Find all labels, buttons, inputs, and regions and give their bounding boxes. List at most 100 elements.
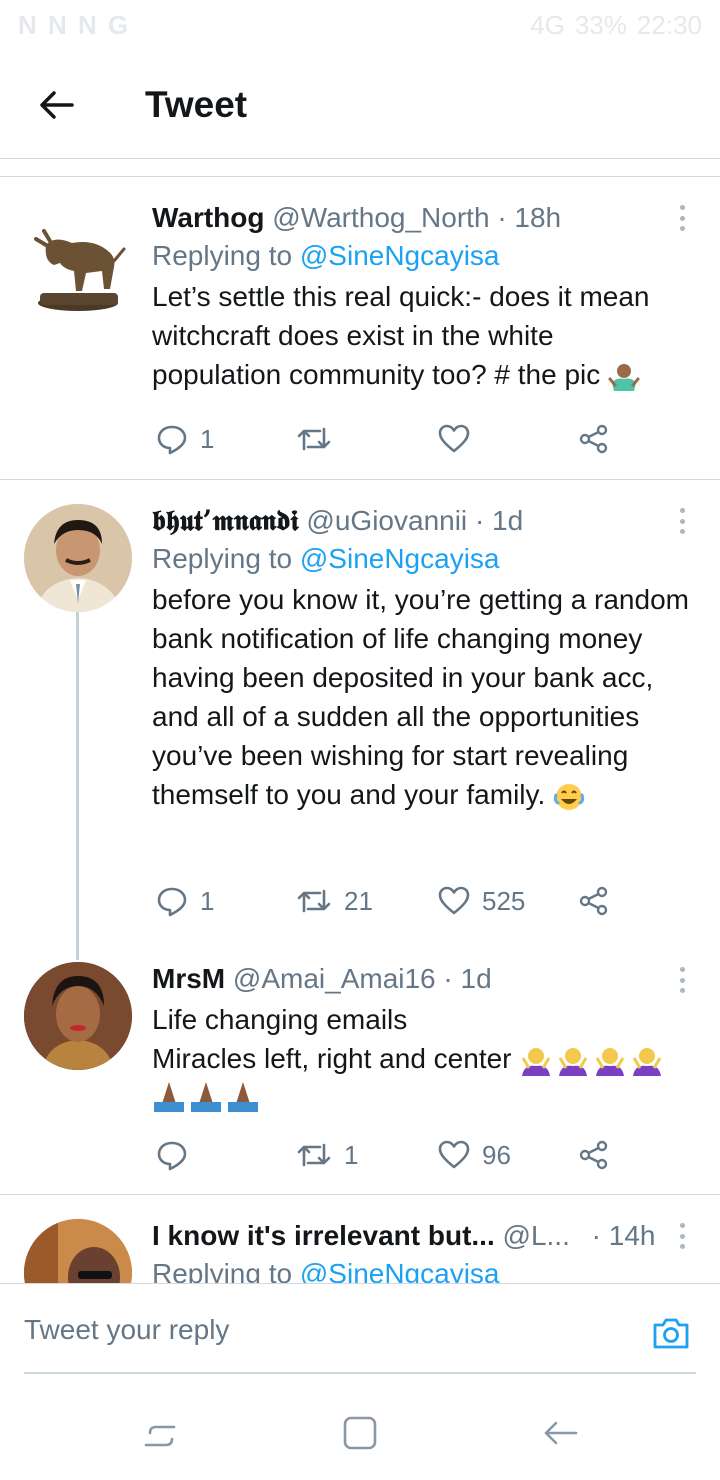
tweet-meta: Warthog @Warthog_North · 18h xyxy=(152,199,692,237)
replying-prefix: Replying to xyxy=(152,1258,293,1283)
replying-to: Replying to @SineNgcayisa xyxy=(152,540,692,578)
face-with-tears-of-joy-emoji-icon xyxy=(553,781,585,813)
display-name[interactable]: 𝖇𝖍𝖚𝖙’𝖒𝖓𝖆𝖓𝖉𝖎 xyxy=(152,504,299,537)
system-navigation-bar xyxy=(0,1383,720,1480)
like-count: 96 xyxy=(482,1139,511,1170)
home-button[interactable] xyxy=(340,1413,380,1453)
tweet-text-content: before you know it, you’re getting a ran… xyxy=(152,584,689,810)
warthog-statue-image xyxy=(34,229,126,311)
avatar[interactable] xyxy=(24,504,132,612)
reply-icon xyxy=(157,887,187,917)
profile-photo xyxy=(24,504,132,612)
retweet-button[interactable] xyxy=(296,423,344,455)
mention-link[interactable]: @SineNgcayisa xyxy=(300,240,500,271)
share-icon xyxy=(579,1140,608,1170)
mention-link[interactable]: @SineNgcayisa xyxy=(300,543,500,574)
tweet-actions: 1 21 525 xyxy=(152,881,632,921)
retweet-button[interactable]: 1 xyxy=(296,1139,358,1171)
profile-photo xyxy=(24,1219,132,1283)
tweet-text: Let’s settle this real quick:- does it m… xyxy=(152,277,687,394)
handle[interactable]: @uGiovannii xyxy=(306,505,467,536)
retweet-button[interactable]: 21 xyxy=(296,885,373,917)
avatar[interactable] xyxy=(24,205,132,313)
tweet-meta: I know it's irrelevant but... @L... · 14… xyxy=(152,1217,692,1255)
header-divider xyxy=(0,158,720,159)
replying-prefix: Replying to xyxy=(152,543,293,574)
like-button[interactable]: 96 xyxy=(438,1139,511,1171)
handle[interactable]: @L... xyxy=(503,1220,570,1251)
reply-icon xyxy=(157,425,187,455)
replying-prefix: Replying to xyxy=(152,240,293,271)
handle[interactable]: @Warthog_North xyxy=(272,202,489,233)
notification-icons: N N N G xyxy=(18,10,130,41)
man-shrugging-emoji-icon xyxy=(608,361,640,393)
tweet-actions: 1 96 xyxy=(152,1135,632,1175)
tweet-mrsm[interactable]: MrsM @Amai_Amai16 · 1d Life changing ema… xyxy=(0,945,720,1195)
timestamp: · 14h xyxy=(591,1220,656,1251)
clock: 22:30 xyxy=(636,9,702,40)
tweet-body: Warthog @Warthog_North · 18h Replying to… xyxy=(152,199,692,394)
tweet-text: Life changing emails Miracles left, righ… xyxy=(152,1000,692,1116)
share-icon xyxy=(579,886,608,916)
tweet-body: I know it's irrelevant but... @L... · 14… xyxy=(152,1217,692,1283)
recent-apps-button[interactable] xyxy=(140,1413,180,1453)
display-name[interactable]: Warthog xyxy=(152,202,265,233)
camera-button[interactable] xyxy=(650,1312,692,1354)
like-count: 525 xyxy=(482,885,526,916)
recent-apps-icon xyxy=(144,1425,176,1447)
arrow-left-icon xyxy=(40,91,74,119)
home-icon xyxy=(343,1416,377,1450)
share-button[interactable] xyxy=(578,1139,610,1171)
display-name[interactable]: MrsM xyxy=(152,963,225,994)
reply-count: 1 xyxy=(200,885,215,916)
heart-icon xyxy=(438,424,470,453)
tweet-body: MrsM @Amai_Amai16 · 1d Life changing ema… xyxy=(152,960,692,1116)
status-bar: N N N G 4G 33% 22:30 xyxy=(0,0,720,50)
display-name[interactable]: I know it's irrelevant but... xyxy=(152,1220,495,1251)
tweet-text-line-2: Miracles left, right and center xyxy=(152,1039,692,1078)
retweet-count: 21 xyxy=(344,885,373,916)
camera-icon xyxy=(653,1318,689,1349)
reply-button[interactable]: 1 xyxy=(156,885,214,917)
network-type: 4G xyxy=(530,9,565,40)
tweet-text: before you know it, you’re getting a ran… xyxy=(152,580,697,814)
timestamp: · 18h xyxy=(497,202,562,233)
avatar[interactable] xyxy=(24,1219,132,1283)
retweet-icon xyxy=(297,1143,331,1167)
battery-level: 33% xyxy=(574,9,627,40)
avatar[interactable] xyxy=(24,962,132,1070)
tweet-body: 𝖇𝖍𝖚𝖙’𝖒𝖓𝖆𝖓𝖉𝖎 @uGiovannii · 1d Replying to… xyxy=(152,502,692,814)
heart-icon xyxy=(438,1140,470,1169)
tweet-meta: MrsM @Amai_Amai16 · 1d xyxy=(152,960,692,998)
notification-icons-text: N N N G xyxy=(18,9,131,40)
reply-input[interactable]: Tweet your reply xyxy=(24,1314,229,1346)
back-button[interactable] xyxy=(34,82,80,128)
reply-composer: Tweet your reply xyxy=(0,1283,720,1383)
tweet-text-line-content: Miracles left, right and center xyxy=(152,1043,512,1074)
tweet-partial[interactable]: I know it's irrelevant but... @L... · 14… xyxy=(0,1195,720,1283)
tweet-actions: 1 xyxy=(152,419,632,459)
like-button[interactable] xyxy=(438,423,482,455)
handle[interactable]: @Amai_Amai16 xyxy=(233,963,436,994)
reply-button[interactable] xyxy=(156,1139,200,1171)
tweet-text-line: Life changing emails xyxy=(152,1004,408,1035)
retweet-icon xyxy=(297,889,331,913)
tweet-meta: 𝖇𝖍𝖚𝖙’𝖒𝖓𝖆𝖓𝖉𝖎 @uGiovannii · 1d xyxy=(152,502,692,540)
mention-link[interactable]: @SineNgcayisa xyxy=(300,1258,500,1283)
back-nav-button[interactable] xyxy=(540,1413,580,1453)
profile-photo xyxy=(24,962,132,1070)
woman-gesturing-no-emoji-icon xyxy=(519,1044,667,1078)
replying-to: Replying to @SineNgcayisa xyxy=(152,237,692,275)
timestamp: · 1d xyxy=(443,963,492,994)
reply-button[interactable]: 1 xyxy=(156,423,214,455)
retweet-count: 1 xyxy=(344,1139,359,1170)
reply-icon xyxy=(157,1141,187,1171)
like-button[interactable]: 525 xyxy=(438,885,525,917)
tweet-text-content: Let’s settle this real quick:- does it m… xyxy=(152,281,650,390)
replying-to: Replying to @SineNgcayisa xyxy=(152,1255,692,1283)
share-button[interactable] xyxy=(578,423,610,455)
timestamp: · 1d xyxy=(474,505,524,536)
tweet-warthog[interactable]: Warthog @Warthog_North · 18h Replying to… xyxy=(0,177,720,479)
share-button[interactable] xyxy=(578,885,610,917)
tweet-ugiovannii[interactable]: 𝖇𝖍𝖚𝖙’𝖒𝖓𝖆𝖓𝖉𝖎 @uGiovannii · 1d Replying to… xyxy=(0,480,720,945)
